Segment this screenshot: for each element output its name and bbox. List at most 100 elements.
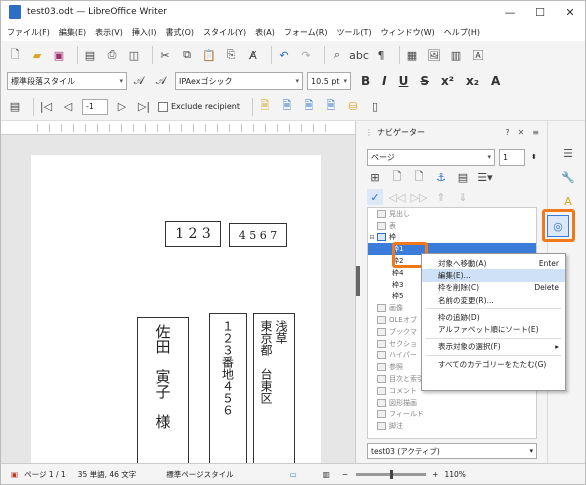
first-record-icon[interactable]: |◁ [38,99,54,115]
strikethrough-icon[interactable]: S [420,74,429,88]
edit-document-icon[interactable]: 🗎 [257,99,273,115]
menu-tools[interactable]: ツール(T) [336,27,371,38]
minimize-button[interactable]: — [495,1,525,23]
data-source-icon[interactable]: ▯ [367,99,383,115]
send-email-icon[interactable]: 🗎 [323,99,339,115]
last-record-icon[interactable]: ▷| [136,99,152,115]
print-preview-icon[interactable]: ◫ [126,47,142,63]
promote-chapter-icon[interactable]: ◁◁ [389,189,406,205]
menu-icon[interactable]: ≡ [532,128,539,137]
content-view-icon[interactable]: ✓ [367,189,383,205]
save-merged-icon[interactable]: 🗎 [279,99,295,115]
database-icon[interactable]: ⛁ [345,99,361,115]
properties-icon[interactable]: 🔧 [560,169,576,185]
paragraph-style-select[interactable]: 標準段落スタイル ▾ [7,72,127,90]
tree-item-fields[interactable]: フィールド [368,409,536,421]
sidebar-collapse-handle[interactable] [356,266,360,296]
font-name-select[interactable]: IPAexゴシック ▾ [175,72,303,90]
close-icon[interactable]: ✕ [518,128,525,137]
navigate-by-select[interactable]: ページ ▾ [367,148,495,166]
font-size-select[interactable]: 10.5 pt ▾ [307,72,351,90]
word-count[interactable]: 35 単語, 46 文字 [78,469,137,480]
insert-table-icon[interactable]: ▦ [404,47,420,63]
ctx-sort-alpha[interactable]: アルファベット順にソート(E) [422,323,565,335]
menu-styles[interactable]: スタイル(Y) [203,27,246,38]
insert-chart-icon[interactable]: ▥ [448,47,464,63]
promote-level-icon[interactable]: ⇑ [433,189,449,205]
help-icon[interactable]: ? [505,128,509,137]
ctx-delete-frame[interactable]: 枠を削除(C) Delete [422,282,565,294]
menu-table[interactable]: 表(A) [255,27,275,38]
document-select[interactable]: test03 (アクティブ) ▾ [367,443,537,459]
menu-file[interactable]: ファイル(F) [7,27,50,38]
formatting-marks-icon[interactable]: ¶ [373,47,389,63]
undo-icon[interactable]: ↶ [276,47,292,63]
ctx-rename[interactable]: 名前の変更(R)... [422,294,565,306]
footer-icon[interactable]: 🗋 [411,169,427,185]
record-number-input[interactable]: -1 [82,98,108,115]
insert-textbox-icon[interactable]: 🄰 [470,47,486,63]
subscript-icon[interactable]: x₂ [466,74,479,88]
open-folder-icon[interactable]: ▰ [29,47,45,63]
menu-view[interactable]: 表示(V) [95,27,123,38]
save-icon[interactable]: ▣ [51,47,67,63]
collapse-icon[interactable]: ⊟ [368,234,376,241]
document-page[interactable]: 1 2 3 4 5 6 7 佐田 寅子 様 １２３番地４５６ 東京都 台東区 浅… [31,155,321,463]
zoom-slider-knob[interactable] [390,469,394,479]
tree-item-tables[interactable]: 表 [368,220,536,232]
postal-code-frame-2[interactable]: 4 5 6 7 [229,223,287,247]
italic-icon[interactable]: I [382,74,386,88]
demote-chapter-icon[interactable]: ▷▷ [411,189,428,205]
menu-help[interactable]: ヘルプ(H) [444,27,480,38]
zoom-in-icon[interactable]: + [432,470,438,479]
address-frame-2[interactable]: １２３番地４５６ [209,313,247,463]
styles-icon[interactable]: A [560,193,576,209]
document-modified-icon[interactable]: ▣ [11,470,18,479]
tree-item-drawings[interactable]: 図形描画 [368,397,536,409]
print-merged-icon[interactable]: 🗎 [301,99,317,115]
superscript-icon[interactable]: x² [441,74,454,88]
recipient-name-frame[interactable]: 佐田 寅子 様 [137,317,189,463]
previous-record-icon[interactable]: ◁ [60,99,76,115]
update-style-icon[interactable]: 𝒜 [131,73,147,89]
page-count[interactable]: ページ 1 / 1 [24,469,66,480]
page-style[interactable]: 標準ページスタイル [166,469,233,480]
zoom-slider[interactable] [356,469,427,479]
copy-icon[interactable]: ⧉ [179,47,195,63]
menu-window[interactable]: ウィンドウ(W) [381,27,435,38]
header-icon[interactable]: 🗋 [389,169,405,185]
exclude-recipient-checkbox[interactable] [158,101,168,112]
menu-format[interactable]: 書式(O) [165,27,194,38]
clear-formatting-icon[interactable]: A̸ [245,47,261,63]
new-style-icon[interactable]: 𝒜 [153,73,169,89]
next-record-icon[interactable]: ▷ [114,99,130,115]
menu-form[interactable]: フォーム(R) [284,27,328,38]
shadow-icon[interactable]: A [491,74,500,88]
footnote-icon[interactable]: ▤ [455,169,471,185]
maximize-button[interactable]: ☐ [525,1,555,23]
ctx-goto[interactable]: 対象へ移動(A) Enter [422,257,565,269]
toggle-icon[interactable]: ⊞ [367,169,383,185]
postal-code-frame-1[interactable]: 1 2 3 [165,221,221,247]
print-icon[interactable]: ⎙ [104,47,120,63]
insert-image-icon[interactable]: 🖼 [426,47,442,63]
demote-level-icon[interactable]: ⇓ [455,189,471,205]
heading-levels-icon[interactable]: ☰▾ [477,169,493,185]
close-button[interactable]: ✕ [555,1,585,23]
ctx-track-frame[interactable]: 枠の追跡(D) [422,311,565,323]
address-frame-1[interactable]: 東京都 台東区 浅草 [253,313,295,463]
underline-icon[interactable]: U [399,74,409,88]
view-layout-icon[interactable]: ▥ [323,470,330,479]
mail-merge-edit-icon[interactable]: ▤ [7,99,23,115]
horizontal-ruler[interactable] [1,121,358,135]
menu-insert[interactable]: 挿入(I) [132,27,157,38]
zoom-out-icon[interactable]: − [342,470,348,479]
paste-icon[interactable]: 📋 [201,47,217,63]
find-replace-icon[interactable]: ⌕ [329,47,345,63]
export-pdf-icon[interactable]: ▤ [82,47,98,63]
anchor-icon[interactable]: ⚓ [433,169,449,185]
new-document-icon[interactable]: 🗋 [7,47,23,63]
menu-edit[interactable]: 編集(E) [59,27,86,38]
spin-icon[interactable]: ⬍ [531,153,537,161]
sidebar-menu-icon[interactable]: ☰ [560,145,576,161]
